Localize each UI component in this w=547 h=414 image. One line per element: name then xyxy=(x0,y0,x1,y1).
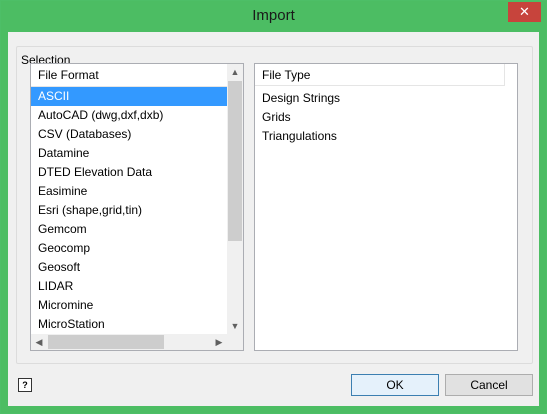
list-item-autocad[interactable]: AutoCAD (dwg,dxf,dxb) xyxy=(31,106,227,125)
file-format-list[interactable]: File Format ASCII AutoCAD (dwg,dxf,dxb) … xyxy=(30,63,244,351)
scroll-down-icon[interactable]: ▼ xyxy=(227,318,243,334)
scroll-right-icon[interactable]: ▶ xyxy=(211,334,227,350)
list-item-dted[interactable]: DTED Elevation Data xyxy=(31,163,227,182)
vertical-scroll-thumb[interactable] xyxy=(228,81,242,241)
file-type-list[interactable]: File Type Design Strings Grids Triangula… xyxy=(254,63,518,351)
vertical-scrollbar[interactable]: ▲ ▼ xyxy=(227,64,243,334)
list-item-datamine[interactable]: Datamine xyxy=(31,144,227,163)
list-item-gemcom[interactable]: Gemcom xyxy=(31,220,227,239)
close-button[interactable]: ✕ xyxy=(508,2,541,22)
horizontal-scrollbar[interactable]: ◀ ▶ xyxy=(31,334,227,350)
import-dialog: Import ✕ Selection File Format ASCII Aut… xyxy=(0,0,547,414)
list-item-esri[interactable]: Esri (shape,grid,tin) xyxy=(31,201,227,220)
list-item-lidar[interactable]: LIDAR xyxy=(31,277,227,296)
file-format-list-viewport: File Format ASCII AutoCAD (dwg,dxf,dxb) … xyxy=(31,64,227,334)
file-format-header[interactable]: File Format xyxy=(31,64,227,87)
list-item-triangulations[interactable]: Triangulations xyxy=(255,127,515,146)
file-type-header[interactable]: File Type xyxy=(255,64,505,86)
scroll-up-icon[interactable]: ▲ xyxy=(227,64,243,80)
cancel-button[interactable]: Cancel xyxy=(445,374,533,396)
list-item-csv[interactable]: CSV (Databases) xyxy=(31,125,227,144)
help-icon[interactable]: ? xyxy=(18,378,32,392)
list-item-ascii[interactable]: ASCII xyxy=(31,87,227,106)
list-item-microstation[interactable]: MicroStation xyxy=(31,315,227,334)
ok-button[interactable]: OK xyxy=(351,374,439,396)
file-type-items: Design Strings Grids Triangulations xyxy=(255,89,515,146)
title-bar[interactable]: Import ✕ xyxy=(1,1,546,32)
list-item-geosoft[interactable]: Geosoft xyxy=(31,258,227,277)
list-item-easimine[interactable]: Easimine xyxy=(31,182,227,201)
list-item-design-strings[interactable]: Design Strings xyxy=(255,89,515,108)
list-item-micromine[interactable]: Micromine xyxy=(31,296,227,315)
horizontal-scroll-thumb[interactable] xyxy=(48,335,164,349)
list-item-grids[interactable]: Grids xyxy=(255,108,515,127)
list-item-geocomp[interactable]: Geocomp xyxy=(31,239,227,258)
dialog-body: Selection File Format ASCII AutoCAD (dwg… xyxy=(8,32,539,406)
scroll-left-icon[interactable]: ◀ xyxy=(31,334,47,350)
window-title: Import xyxy=(252,7,295,24)
scrollbar-corner xyxy=(227,334,243,350)
